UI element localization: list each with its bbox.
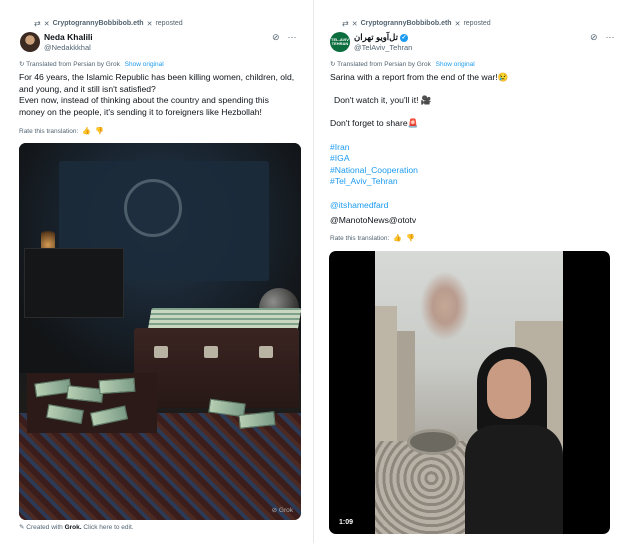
rate-label: Rate this translation:: [19, 127, 79, 135]
rate-translation: Rate this translation: 👍 👎: [19, 127, 104, 136]
post-image[interactable]: ⊘ Grok: [19, 143, 301, 520]
banknote: [89, 405, 129, 427]
repost-label: reposted: [463, 20, 491, 27]
rate-label: Rate this translation:: [330, 234, 390, 242]
well: [407, 429, 459, 455]
repost-indicator: ⇄ ✕ CryptogrannyBobbibob.eth ✕ reposted: [342, 19, 491, 28]
repost-indicator: ⇄ ✕ CryptogrannyBobbibob.eth ✕ reposted: [34, 19, 183, 28]
x-logo-icon: ✕: [43, 20, 50, 28]
avatar[interactable]: [20, 32, 40, 52]
watermark-text: Grok: [278, 507, 293, 514]
post-text: Sarina with a report from the end of the…: [330, 72, 615, 227]
building: [375, 306, 397, 446]
tapestry-medallion: [124, 179, 182, 237]
rate-translation: Rate this translation: 👍 👎: [330, 234, 415, 243]
reporter-body: [465, 425, 563, 534]
post-video[interactable]: 1:09: [329, 251, 610, 534]
hashtag-link[interactable]: #Tel_Aviv_Tehran: [330, 176, 615, 188]
hashtag-link[interactable]: #IGA: [330, 153, 615, 165]
post-text-line: Don't forget to share🚨: [330, 118, 419, 129]
translated-label: Translated from Persian by Grok: [337, 61, 431, 68]
more-icon[interactable]: ···: [288, 32, 297, 43]
created-suffix: Click here to edit.: [83, 524, 134, 531]
post-text-line: For 46 years, the Islamic Republic has b…: [19, 72, 295, 82]
thumbs-down-icon[interactable]: 👎: [406, 234, 415, 242]
avatar[interactable]: TEL-AVIV TEHRAN: [330, 32, 350, 52]
suitcase-front: [27, 373, 157, 433]
x-logo-icon: ✕: [454, 20, 461, 28]
grok-icon[interactable]: ⊘: [590, 32, 598, 43]
created-brand: Grok.: [64, 524, 82, 531]
translated-label: Translated from Persian by Grok: [26, 61, 120, 68]
author-handle[interactable]: @TelAviv_Tehran: [354, 43, 412, 52]
author-name[interactable]: تل‌آویو تهران: [354, 32, 398, 42]
thumbs-down-icon[interactable]: 👎: [95, 127, 104, 135]
thumbs-up-icon[interactable]: 👍: [82, 127, 91, 135]
grok-icon: ⊘: [271, 507, 278, 514]
x-logo-icon: ✕: [146, 20, 153, 28]
building: [397, 331, 415, 441]
repost-icon: ⇄: [34, 19, 41, 28]
author-name[interactable]: Neda Khalili: [44, 32, 93, 42]
edit-icon: ✎: [19, 524, 25, 531]
suitcase-open: [134, 328, 299, 408]
show-original-link[interactable]: Show original: [436, 61, 475, 68]
author-handle[interactable]: @Nedakkkhal: [44, 43, 91, 52]
hashtag-link[interactable]: #Iran: [330, 142, 615, 154]
post-text: For 46 years, the Islamic Republic has b…: [19, 72, 309, 118]
reporter-face: [487, 359, 531, 419]
post-text-line: money on the people, it's sending it to …: [19, 106, 262, 117]
translation-notice: ↻ Translated from Persian by Grok Show o…: [330, 60, 475, 68]
grok-icon[interactable]: ⊘: [272, 32, 280, 43]
repost-user-link[interactable]: CryptogrannyBobbibob.eth: [361, 20, 452, 27]
repost-icon: ⇄: [342, 19, 349, 28]
post-actions-top: ⊘ ···: [590, 32, 615, 43]
more-icon[interactable]: ···: [606, 32, 615, 43]
video-frame: [375, 251, 563, 534]
translate-icon: ↻: [330, 61, 336, 68]
banknote: [66, 385, 104, 403]
created-with-grok[interactable]: ✎ Created with Grok. Click here to edit.: [19, 523, 134, 531]
avatar-text: TEL-AVIV TEHRAN: [331, 37, 349, 46]
post-text-line: Sarina with a report from the end of the…: [330, 72, 509, 82]
repost-user-link[interactable]: CryptogrannyBobbibob.eth: [53, 20, 144, 27]
post-text-line: Even now, instead of thinking about the …: [19, 95, 269, 106]
clasp: [204, 346, 218, 358]
clasp: [259, 346, 273, 358]
author-name-row[interactable]: تل‌آویو تهران ✓: [354, 32, 408, 43]
translate-icon: ↻: [19, 61, 25, 68]
post-text-line: Don't watch it, you'll it! 🎥: [334, 95, 432, 106]
show-original-link[interactable]: Show original: [125, 61, 164, 68]
x-logo-icon: ✕: [351, 20, 358, 28]
mention-link[interactable]: @itshamedfard: [330, 200, 615, 212]
verified-badge-icon: ✓: [399, 33, 408, 42]
banknote: [46, 403, 84, 425]
created-prefix: Created with: [26, 524, 63, 531]
mention-text[interactable]: @ManotoNews@ototv: [330, 215, 615, 227]
hashtag-link[interactable]: #National_Cooperation: [330, 165, 615, 177]
thumbs-up-icon[interactable]: 👍: [393, 234, 402, 242]
clasp: [154, 346, 168, 358]
suitcase-dark: [24, 248, 124, 318]
post-text-line: and young, and it still isn't satisfied?: [19, 83, 156, 94]
smoke-plume: [420, 271, 470, 341]
banknote: [98, 377, 136, 395]
post-actions-top: ⊘ ···: [272, 32, 297, 43]
reporter: [465, 347, 563, 534]
grok-watermark: ⊘ Grok: [272, 506, 293, 514]
translation-notice: ↻ Translated from Persian by Grok Show o…: [19, 60, 164, 68]
repost-label: reposted: [155, 20, 183, 27]
video-duration: 1:09: [339, 519, 354, 526]
